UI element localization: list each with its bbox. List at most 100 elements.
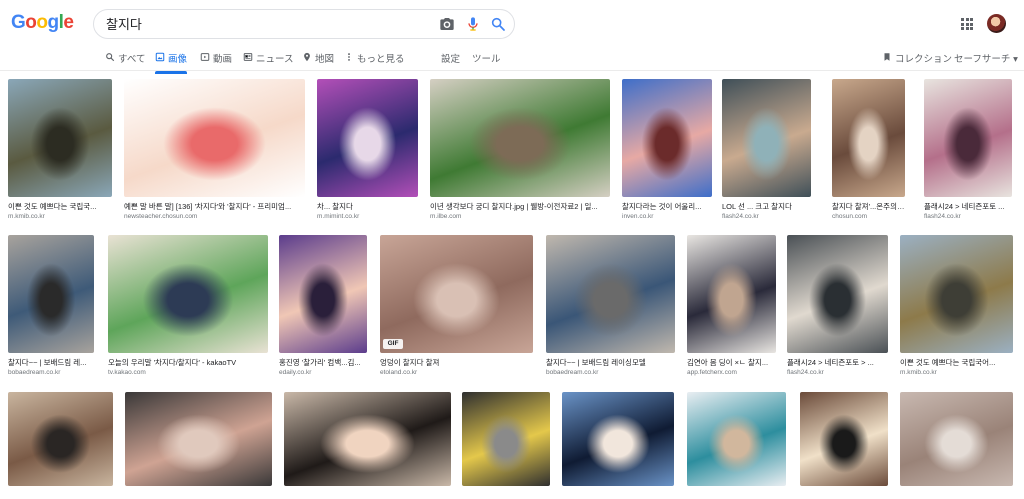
image-result[interactable] — [562, 392, 674, 499]
image-result[interactable]: 예쁜 말 바른 말] [136] '차지다'와 '찰지다' - 프리미엄... n… — [124, 79, 305, 227]
image-thumbnail[interactable] — [380, 235, 533, 353]
image-thumbnail[interactable] — [8, 79, 112, 197]
google-logo[interactable]: Google — [11, 12, 74, 34]
image-source: m.kmib.co.kr — [8, 213, 45, 220]
tab-tools[interactable]: ツール — [472, 51, 501, 69]
apps-grid-icon[interactable] — [961, 18, 973, 30]
search-icon[interactable] — [490, 16, 506, 32]
image-result[interactable]: 찰지다 찰져'...온주의 ... chosun.com — [832, 79, 905, 227]
image-title[interactable]: 찰지다라는 것이 어울리... — [622, 201, 712, 212]
image-thumbnail[interactable] — [687, 235, 776, 353]
image-result[interactable] — [8, 392, 113, 499]
image-result[interactable]: 이쁜 것도 예쁘다는 국립국... m.kmib.co.kr — [8, 79, 112, 227]
image-title[interactable]: 찰지다~~ | 보배드림 레이싱모델 — [546, 357, 675, 368]
image-result[interactable]: 이쁜 것도 예쁘다는 국립국어... m.kmib.co.kr — [900, 235, 1013, 383]
tab-settings[interactable]: 設定 — [441, 51, 460, 69]
image-thumbnail[interactable] — [284, 392, 451, 486]
image-thumbnail[interactable] — [900, 392, 1013, 486]
image-title[interactable]: 플래시24 > 네티즌포토 > ... — [787, 357, 888, 368]
image-thumbnail[interactable] — [279, 235, 367, 353]
image-thumbnail[interactable] — [317, 79, 418, 197]
tab-images[interactable]: 画像 — [155, 51, 188, 74]
image-title[interactable]: 플래시24 > 네티즌포토 ... — [924, 201, 1012, 212]
image-source: inven.co.kr — [622, 213, 654, 220]
image-thumbnail[interactable] — [900, 235, 1013, 353]
image-thumbnail[interactable] — [108, 235, 268, 353]
image-title[interactable]: 오늘의 우리말 '차지다/찰지다' - kakaoTV — [108, 357, 268, 368]
image-result[interactable]: GIF 엉덩이 찰지다 찰져 etoland.co.kr — [380, 235, 533, 383]
more-vertical-icon — [348, 53, 350, 61]
logo-letter: o — [25, 12, 37, 33]
gif-badge: GIF — [383, 339, 403, 349]
image-title[interactable]: 이쁜 것도 예쁘다는 국립국어... — [900, 357, 1013, 368]
image-source: edaily.co.kr — [279, 369, 312, 376]
search-input[interactable] — [106, 16, 426, 31]
image-thumbnail[interactable] — [430, 79, 610, 197]
image-title[interactable]: 찰지다~~ | 보배드림 레... — [8, 357, 94, 368]
image-title[interactable]: 이년 생각보다 궁디 찰지다.jpg | 웰방-이전자료2 | 일... — [430, 201, 610, 212]
image-title[interactable]: 이쁜 것도 예쁘다는 국립국... — [8, 201, 112, 212]
logo-letter: G — [11, 12, 26, 33]
image-result[interactable] — [800, 392, 888, 499]
image-thumbnail[interactable] — [546, 235, 675, 353]
image-result[interactable]: 김연아 몸 딩이 ×ㄴ 찰지... app.fetcherx.com — [687, 235, 776, 383]
image-title[interactable]: 엉덩이 찰지다 찰져 — [380, 357, 533, 368]
microphone-icon[interactable] — [465, 16, 481, 32]
image-thumbnail[interactable] — [124, 79, 305, 197]
image-thumbnail[interactable] — [125, 392, 272, 486]
image-result[interactable]: 홍진영 '찰가리' 컴백...김... edaily.co.kr — [279, 235, 367, 383]
collections-button[interactable]: コレクション — [882, 51, 952, 69]
search-box[interactable] — [93, 9, 515, 39]
tab-more[interactable]: もっと見る — [344, 51, 405, 69]
image-title[interactable]: 김연아 몸 딩이 ×ㄴ 찰지... — [687, 357, 776, 368]
image-source: newsteacher.chosun.com — [124, 213, 198, 220]
image-thumbnail[interactable] — [924, 79, 1012, 197]
video-icon — [200, 53, 210, 61]
tab-news[interactable]: ニュース — [243, 51, 294, 69]
image-source: etoland.co.kr — [380, 369, 418, 376]
image-thumbnail[interactable] — [722, 79, 811, 197]
image-source: bobaedream.co.kr — [8, 369, 61, 376]
image-result[interactable]: 차... 찰지다 m.mimint.co.kr — [317, 79, 418, 227]
image-result[interactable]: 이년 생각보다 궁디 찰지다.jpg | 웰방-이전자료2 | 일... m.il… — [430, 79, 610, 227]
image-thumbnail[interactable] — [800, 392, 888, 486]
tab-maps[interactable]: 地図 — [302, 51, 334, 69]
tab-videos[interactable]: 動画 — [200, 51, 232, 69]
image-result[interactable]: 오늘의 우리말 '차지다/찰지다' - kakaoTV tv.kakao.com — [108, 235, 268, 383]
image-thumbnail[interactable] — [562, 392, 674, 486]
image-source: chosun.com — [832, 213, 868, 220]
image-source: flash24.co.kr — [722, 213, 759, 220]
map-pin-icon — [304, 52, 310, 62]
camera-icon[interactable] — [439, 16, 455, 32]
image-title[interactable]: 예쁜 말 바른 말] [136] '차지다'와 '찰지다' - 프리미엄... — [124, 201, 305, 212]
image-result[interactable] — [900, 392, 1013, 499]
image-source: m.ilbe.com — [430, 213, 462, 220]
image-thumbnail[interactable] — [8, 235, 94, 353]
image-result[interactable] — [125, 392, 272, 499]
image-result[interactable]: 플래시24 > 네티즌포토 > ... flash24.co.kr — [787, 235, 888, 383]
avatar[interactable] — [987, 14, 1006, 33]
image-title[interactable]: LOL 선 ... 크고 찰지다 — [722, 201, 811, 212]
image-result[interactable] — [284, 392, 451, 499]
image-title[interactable]: 홍진영 '찰가리' 컴백...김... — [279, 357, 367, 368]
bookmark-icon — [884, 53, 890, 61]
image-title[interactable]: 찰지다 찰져'...온주의 ... — [832, 201, 905, 212]
image-result[interactable]: 찰지다~~ | 보배드림 레이싱모델 bobaedream.co.kr — [546, 235, 675, 383]
image-result[interactable] — [462, 392, 550, 499]
image-result[interactable] — [687, 392, 786, 499]
image-result[interactable]: 찰지다~~ | 보배드림 레... bobaedream.co.kr — [8, 235, 94, 383]
tab-all[interactable]: すべて — [105, 51, 145, 69]
image-thumbnail[interactable] — [687, 392, 786, 486]
safesearch-button[interactable]: セーフサーチ ▾ — [954, 51, 1018, 69]
image-thumbnail[interactable] — [462, 392, 550, 486]
image-thumbnail[interactable] — [622, 79, 712, 197]
image-thumbnail[interactable] — [787, 235, 888, 353]
image-result[interactable]: LOL 선 ... 크고 찰지다 flash24.co.kr — [722, 79, 811, 227]
image-result[interactable]: 플래시24 > 네티즌포토 ... flash24.co.kr — [924, 79, 1012, 227]
image-thumbnail[interactable] — [832, 79, 905, 197]
image-result[interactable]: 찰지다라는 것이 어울리... inven.co.kr — [622, 79, 712, 227]
logo-letter: o — [36, 12, 48, 33]
image-source: bobaedream.co.kr — [546, 369, 599, 376]
image-title[interactable]: 차... 찰지다 — [317, 201, 418, 212]
image-thumbnail[interactable] — [8, 392, 113, 486]
